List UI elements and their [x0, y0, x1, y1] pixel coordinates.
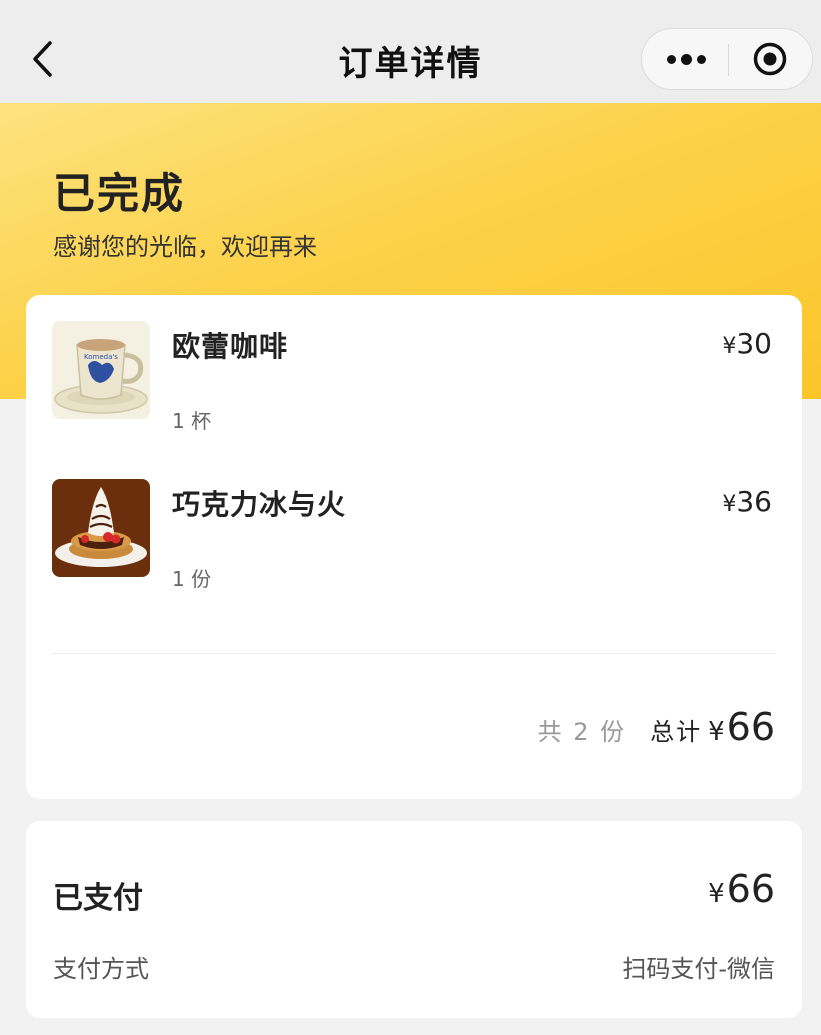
currency-symbol: ¥	[708, 717, 725, 747]
divider	[52, 653, 776, 654]
currency-symbol: ¥	[722, 492, 737, 517]
item-quantity: 1 杯	[172, 409, 212, 433]
total-amount: 66	[726, 705, 775, 749]
order-summary: 共 2 份 总计 ¥ 66	[538, 705, 775, 749]
order-detail-page: 订单详情 已完成 感谢您的光临，欢迎再来 Komeda's 欧蕾咖啡 ¥30 1…	[0, 0, 821, 1035]
item-count: 共 2 份	[537, 718, 627, 746]
item-price: ¥30	[722, 327, 772, 360]
total-label: 总计	[650, 718, 703, 746]
item-price-value: 30	[736, 327, 772, 360]
payment-amount: ¥ 66	[708, 867, 775, 911]
payment-method-label: 支付方式	[53, 955, 149, 983]
item-price: ¥36	[722, 485, 772, 518]
item-price-value: 36	[736, 485, 772, 518]
payment-method-value: 扫码支付-微信	[622, 955, 775, 983]
capsule-divider	[728, 44, 729, 76]
chocolate-dessert-image[interactable]	[52, 479, 150, 577]
payment-amount-value: 66	[726, 867, 775, 911]
item-name: 巧克力冰与火	[172, 488, 347, 521]
order-status-title: 已完成	[53, 169, 186, 218]
more-dots-icon[interactable]	[654, 29, 718, 89]
currency-symbol: ¥	[722, 334, 737, 359]
currency-symbol: ¥	[708, 879, 725, 909]
order-status-subtitle: 感谢您的光临，欢迎再来	[53, 233, 317, 261]
close-target-button[interactable]	[740, 29, 800, 89]
mini-program-capsule	[641, 28, 813, 90]
svg-text:Komeda's: Komeda's	[84, 353, 118, 361]
navigation-bar: 订单详情	[0, 0, 821, 103]
payment-status: 已支付	[53, 881, 143, 916]
order-items-card: Komeda's 欧蕾咖啡 ¥30 1 杯 巧克力冰与火 ¥36 1 份 共 2…	[26, 295, 802, 799]
item-name: 欧蕾咖啡	[172, 330, 289, 363]
target-icon	[753, 42, 787, 76]
coffee-cup-image[interactable]: Komeda's	[52, 321, 150, 419]
item-quantity: 1 份	[172, 567, 212, 591]
payment-card: 已支付 ¥ 66 支付方式 扫码支付-微信	[26, 821, 802, 1018]
